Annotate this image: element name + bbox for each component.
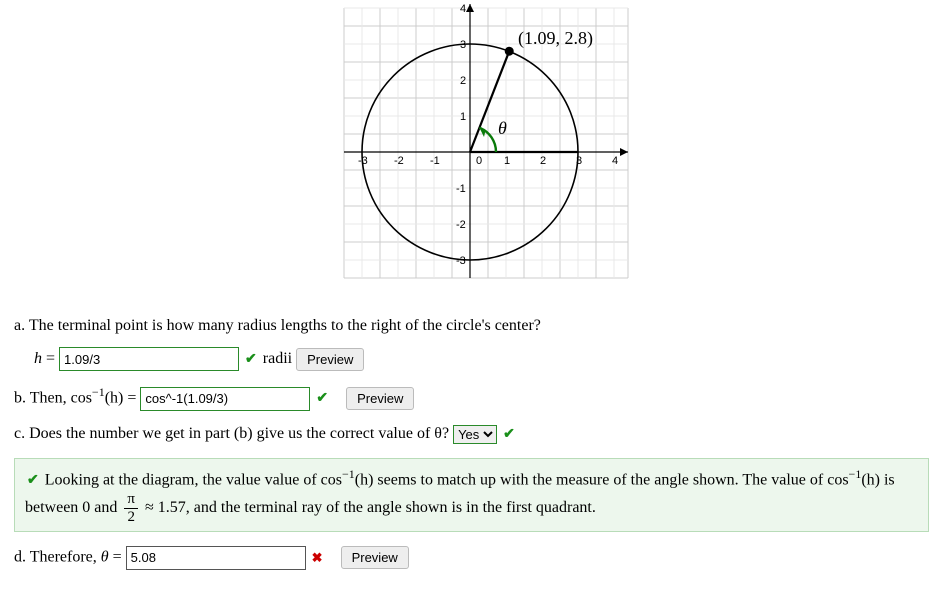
svg-text:2: 2 <box>460 75 466 87</box>
coordinate-diagram: -3 -2 -1 0 1 2 3 4 4 3 2 1 -1 -2 -3 θ (1… <box>310 2 630 292</box>
terminal-point-label: (1.09, 2.8) <box>518 28 593 49</box>
preview-button-b[interactable]: Preview <box>346 387 414 410</box>
part-d-input[interactable] <box>126 546 306 570</box>
svg-text:-3: -3 <box>456 255 466 267</box>
part-b-prompt-pre: b. Then, cos <box>14 389 92 406</box>
check-icon: ✔ <box>27 470 39 491</box>
svg-text:4: 4 <box>460 3 466 15</box>
part-a: a. The terminal point is how many radius… <box>14 317 929 371</box>
svg-text:4: 4 <box>612 155 618 167</box>
feedback-box: ✔ Looking at the diagram, the value valu… <box>14 458 929 532</box>
svg-text:0: 0 <box>476 155 482 167</box>
check-icon: ✔ <box>503 426 515 443</box>
diagram-container: -3 -2 -1 0 1 2 3 4 4 3 2 1 -1 -2 -3 θ (1… <box>0 0 939 297</box>
preview-button-d[interactable]: Preview <box>341 546 409 569</box>
svg-text:1: 1 <box>460 111 466 123</box>
part-c-prompt: c. Does the number we get in part (b) gi… <box>14 425 449 442</box>
part-b: b. Then, cos−1(h) = ✔ Preview <box>14 385 929 411</box>
part-a-var: h <box>34 350 42 367</box>
svg-text:-1: -1 <box>430 155 440 167</box>
check-icon: ✔ <box>245 351 257 368</box>
part-d-prompt-pre: d. Therefore, <box>14 549 101 566</box>
part-d-var: θ <box>101 549 109 566</box>
x-icon: ✖ <box>312 550 323 566</box>
part-d: d. Therefore, θ = ✖ Preview <box>14 546 929 570</box>
part-c-select[interactable]: Yes No <box>453 425 497 444</box>
part-a-input[interactable] <box>59 347 239 371</box>
svg-text:-2: -2 <box>456 219 466 231</box>
svg-text:2: 2 <box>540 155 546 167</box>
pi-over-2: π2 <box>124 492 138 525</box>
svg-text:-1: -1 <box>456 183 466 195</box>
part-b-input[interactable] <box>140 387 310 411</box>
check-icon: ✔ <box>316 390 328 407</box>
angle-theta-label: θ <box>498 118 507 138</box>
svg-text:1: 1 <box>504 155 510 167</box>
preview-button-a[interactable]: Preview <box>296 348 364 371</box>
part-a-unit: radii <box>263 350 296 367</box>
part-c: c. Does the number we get in part (b) gi… <box>14 425 929 444</box>
svg-text:-2: -2 <box>394 155 404 167</box>
part-a-prompt: a. The terminal point is how many radius… <box>14 317 541 334</box>
